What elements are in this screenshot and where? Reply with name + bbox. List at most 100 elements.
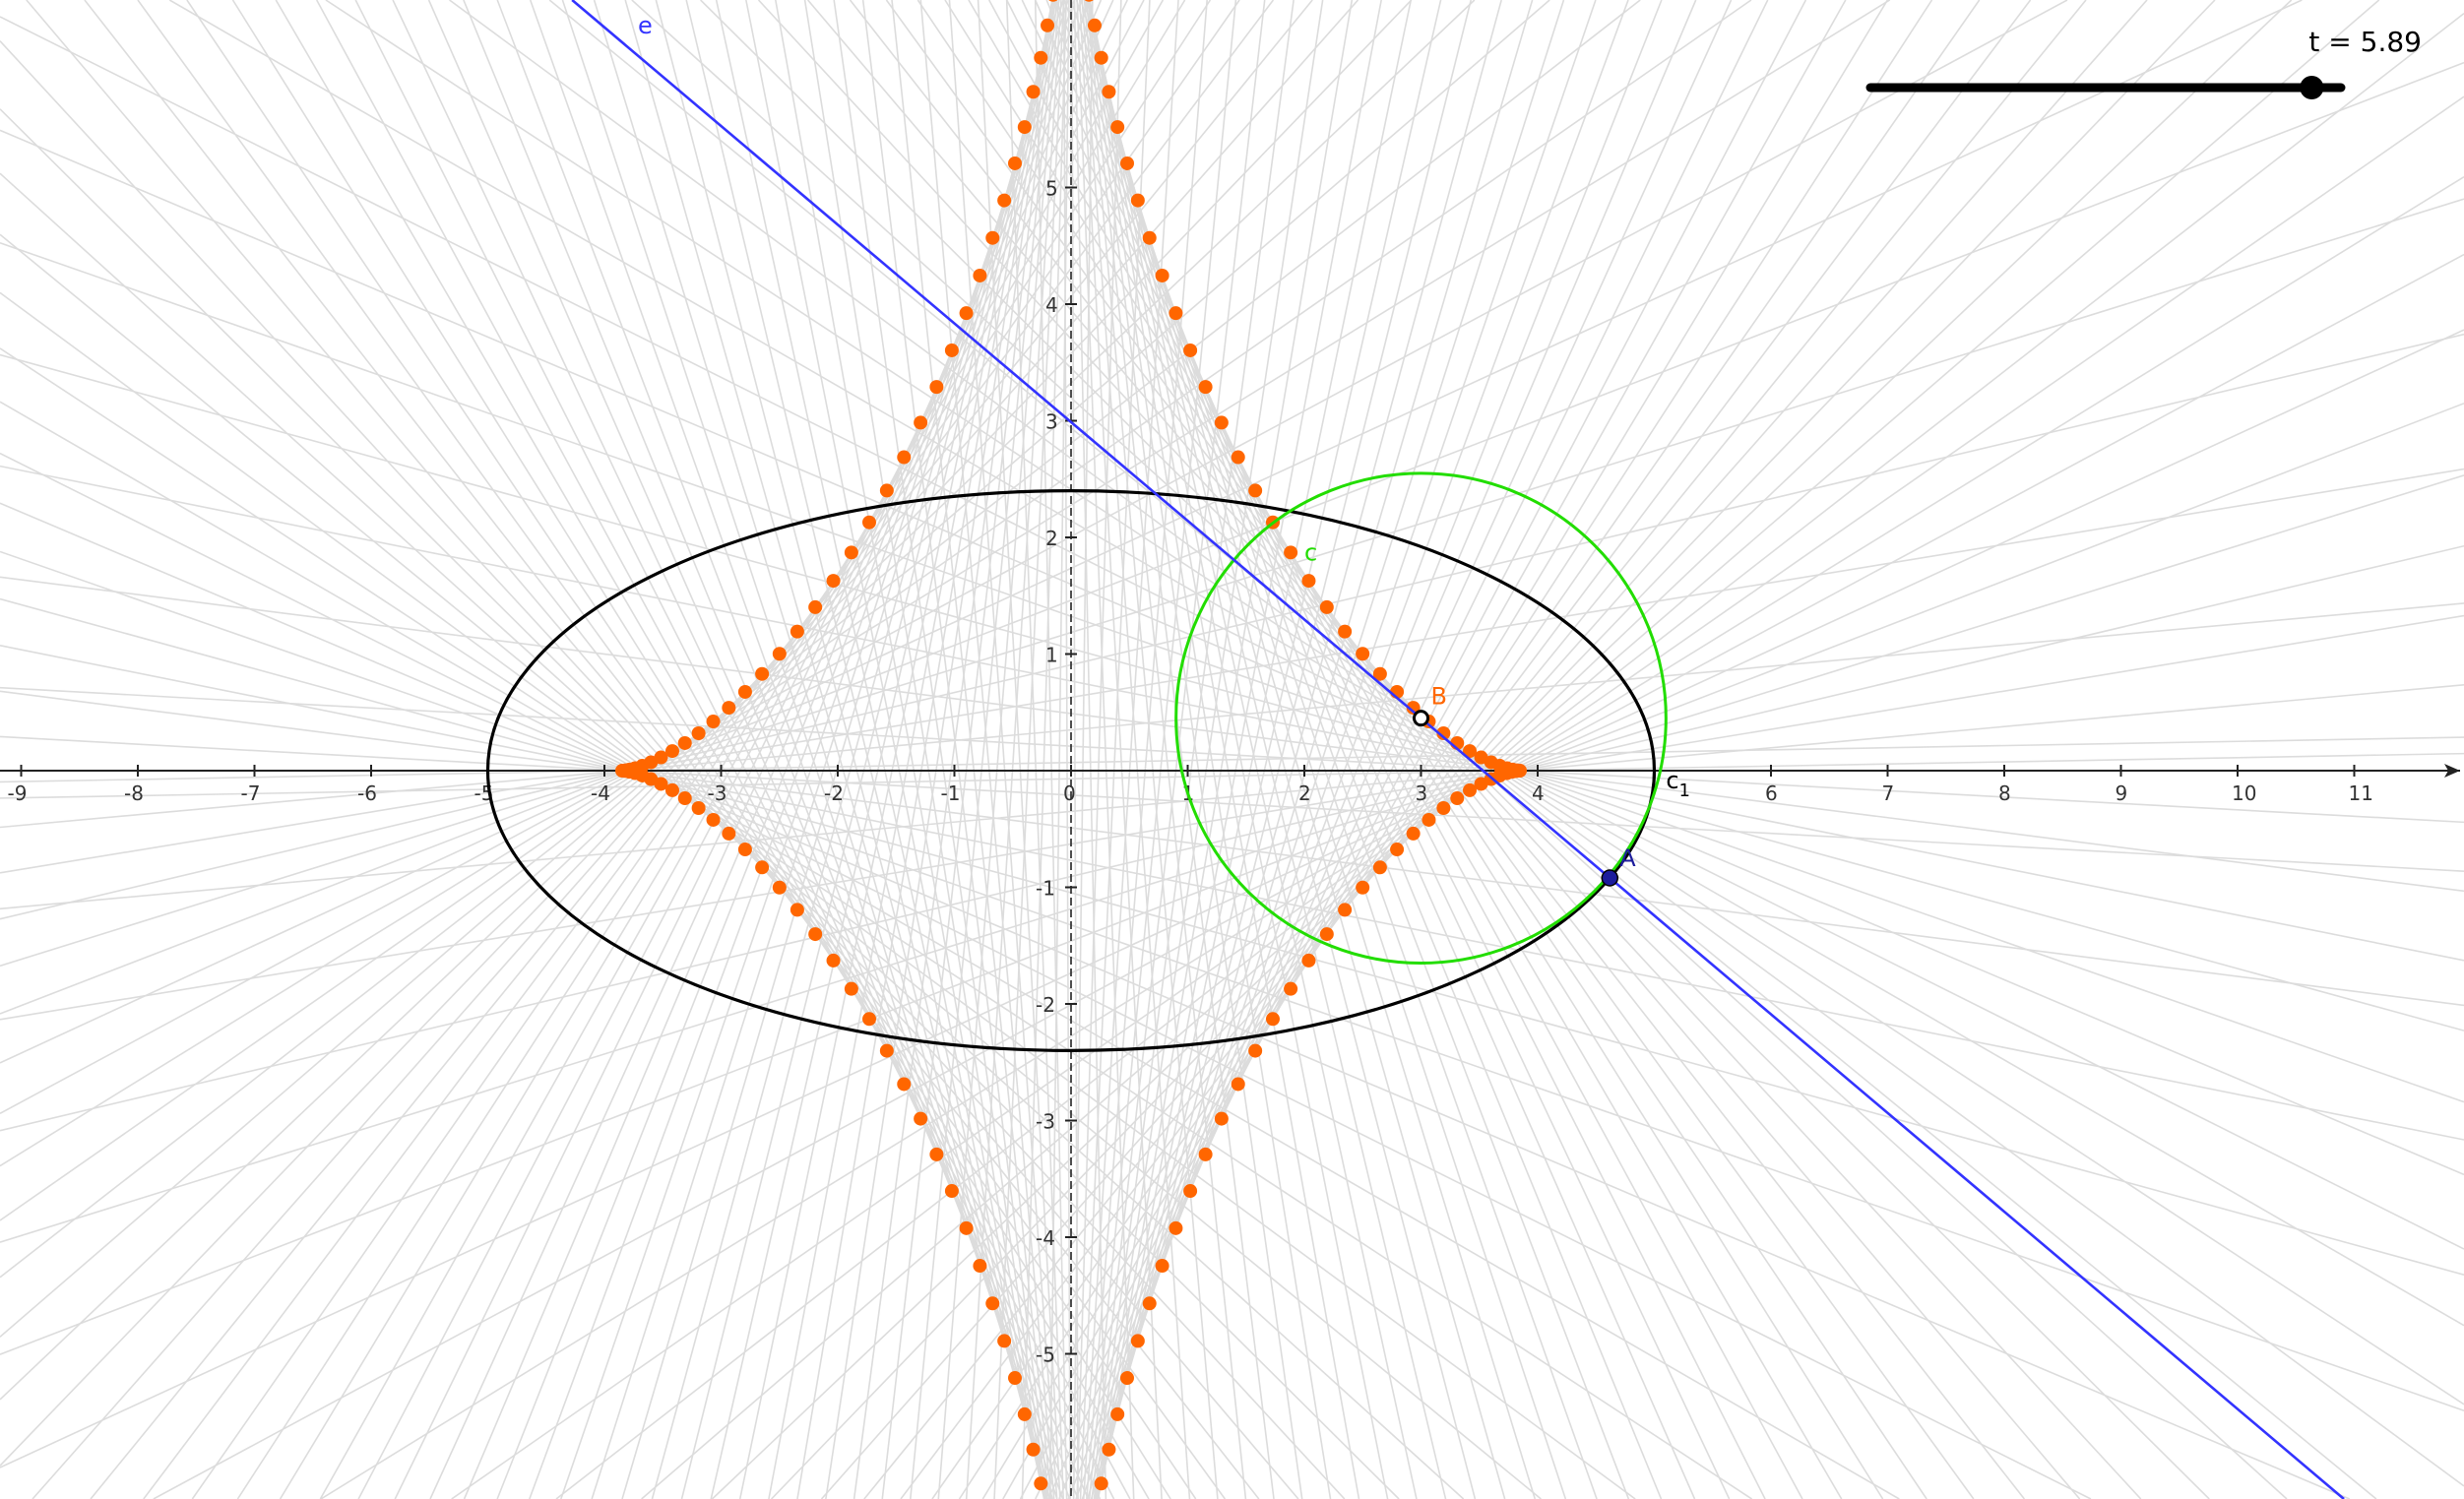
ellipse-label-sub: 1 [1679, 781, 1690, 801]
locus-point [1119, 156, 1134, 170]
locus-point [879, 1043, 894, 1058]
locus-point [737, 843, 752, 857]
normal-line [0, 468, 2464, 874]
locus-point [1026, 85, 1041, 99]
locus-point [1214, 415, 1229, 430]
x-tick-label: 10 [2232, 781, 2256, 805]
locus-point [1301, 574, 1316, 589]
locus-point [1248, 483, 1263, 498]
x-tick-label: -6 [357, 781, 377, 805]
locus-point [808, 927, 823, 942]
locus-point [737, 684, 752, 699]
x-tick-label: 0 [1063, 781, 1076, 805]
normal-line [1070, 0, 1079, 1499]
locus-point [1356, 880, 1370, 895]
locus-point [959, 1220, 974, 1235]
normal-line [168, 0, 2464, 1327]
locus-point [1248, 1043, 1263, 1058]
locus-point [1284, 545, 1298, 560]
normal-line [236, 0, 1212, 1499]
graphics-view[interactable]: -9 -8 -7 -6 -5 -4 -3 -2 -1 0 1 2 3 4 6 7 8 9 10 11 -5 -4 -3 -2-… [0, 0, 2464, 1499]
ellipse-label: c1 [1666, 767, 1690, 801]
locus-point [973, 268, 987, 282]
locus-point [1265, 1012, 1280, 1027]
point-a-label: A [1619, 844, 1636, 872]
locus-point [944, 343, 959, 357]
normal-line [0, 597, 2464, 1276]
y-tick-label: -3 [1036, 1110, 1055, 1134]
normal-line [0, 0, 2303, 1064]
locus-point [879, 483, 894, 498]
locus-point [985, 230, 1000, 245]
locus-point [1319, 927, 1334, 942]
locus-point [677, 735, 692, 750]
locus-point [985, 1296, 1000, 1311]
locus-point [1169, 1220, 1183, 1235]
normal-line [496, 0, 1092, 1499]
y-tick-label: -5 [1036, 1343, 1055, 1367]
normal-line [0, 550, 2464, 1411]
locus-point [844, 545, 858, 560]
locus-point [1048, 0, 1058, 2]
x-tick-label: 8 [1998, 781, 2011, 805]
point-b-label: B [1431, 683, 1447, 711]
locus-point [1338, 903, 1353, 917]
y-tick-label: 3 [1045, 410, 1058, 434]
y-tick-label: 1 [1045, 644, 1058, 667]
locus-point [1034, 50, 1048, 65]
y-tick-label: 4 [1045, 293, 1058, 317]
normal-line [738, 0, 1054, 1499]
normal-line [711, 0, 2293, 1499]
locus-point [1130, 193, 1145, 208]
locus-point [826, 574, 841, 589]
locus-point [1301, 953, 1316, 968]
locus-point [862, 1012, 877, 1027]
locus-point [755, 666, 770, 681]
normal-line [820, 0, 2148, 1499]
normal-line [0, 333, 2464, 920]
locus-point [1094, 1476, 1108, 1491]
locus-point [1450, 791, 1465, 806]
x-tick-label: 4 [1532, 781, 1545, 805]
locus-point [1026, 1442, 1041, 1457]
locus-point [1034, 1476, 1048, 1491]
locus-point [1142, 230, 1157, 245]
normal-line [0, 0, 1550, 1338]
locus-point [772, 647, 787, 661]
locus-point [1183, 343, 1198, 357]
normal-line [853, 0, 1055, 1499]
locus-point [1231, 450, 1245, 465]
line-label: e [638, 12, 653, 39]
locus-point [914, 1111, 928, 1126]
x-tick-label: -9 [8, 781, 28, 805]
locus-point [1338, 624, 1353, 639]
normal-line [427, 0, 1090, 1499]
locus-point [722, 701, 736, 716]
point-a[interactable] [1601, 869, 1619, 887]
locus-point [691, 801, 706, 816]
locus-point [1284, 981, 1298, 996]
locus-point [706, 715, 721, 729]
geometry-canvas[interactable]: -9 -8 -7 -6 -5 -4 -3 -2 -1 0 1 2 3 4 6 7 8 9 10 11-5-4-3-2-… [0, 0, 2464, 1499]
x-tick-label: -3 [708, 781, 727, 805]
x-tick-label: 2 [1298, 781, 1311, 805]
locus-point [929, 1147, 944, 1161]
locus-point [1214, 1111, 1229, 1126]
point-b[interactable] [1413, 710, 1429, 727]
locus-point [1356, 647, 1370, 661]
locus-point [1231, 1077, 1245, 1092]
slider-t[interactable] [1865, 76, 2346, 99]
locus-point [897, 450, 912, 465]
slider-handle[interactable] [2300, 76, 2324, 99]
y-tick-label: 2 [1045, 527, 1058, 550]
y-tick-label: 5 [1045, 177, 1058, 201]
locus-point [1155, 268, 1169, 282]
normal-line [392, 0, 1102, 1499]
locus-point [944, 1184, 959, 1199]
locus-point [1198, 380, 1213, 395]
normal-line [891, 0, 1052, 1499]
locus-point [706, 812, 721, 827]
normal-line [0, 0, 1641, 1279]
locus-point [1102, 1442, 1116, 1457]
normal-line [0, 403, 2464, 1355]
